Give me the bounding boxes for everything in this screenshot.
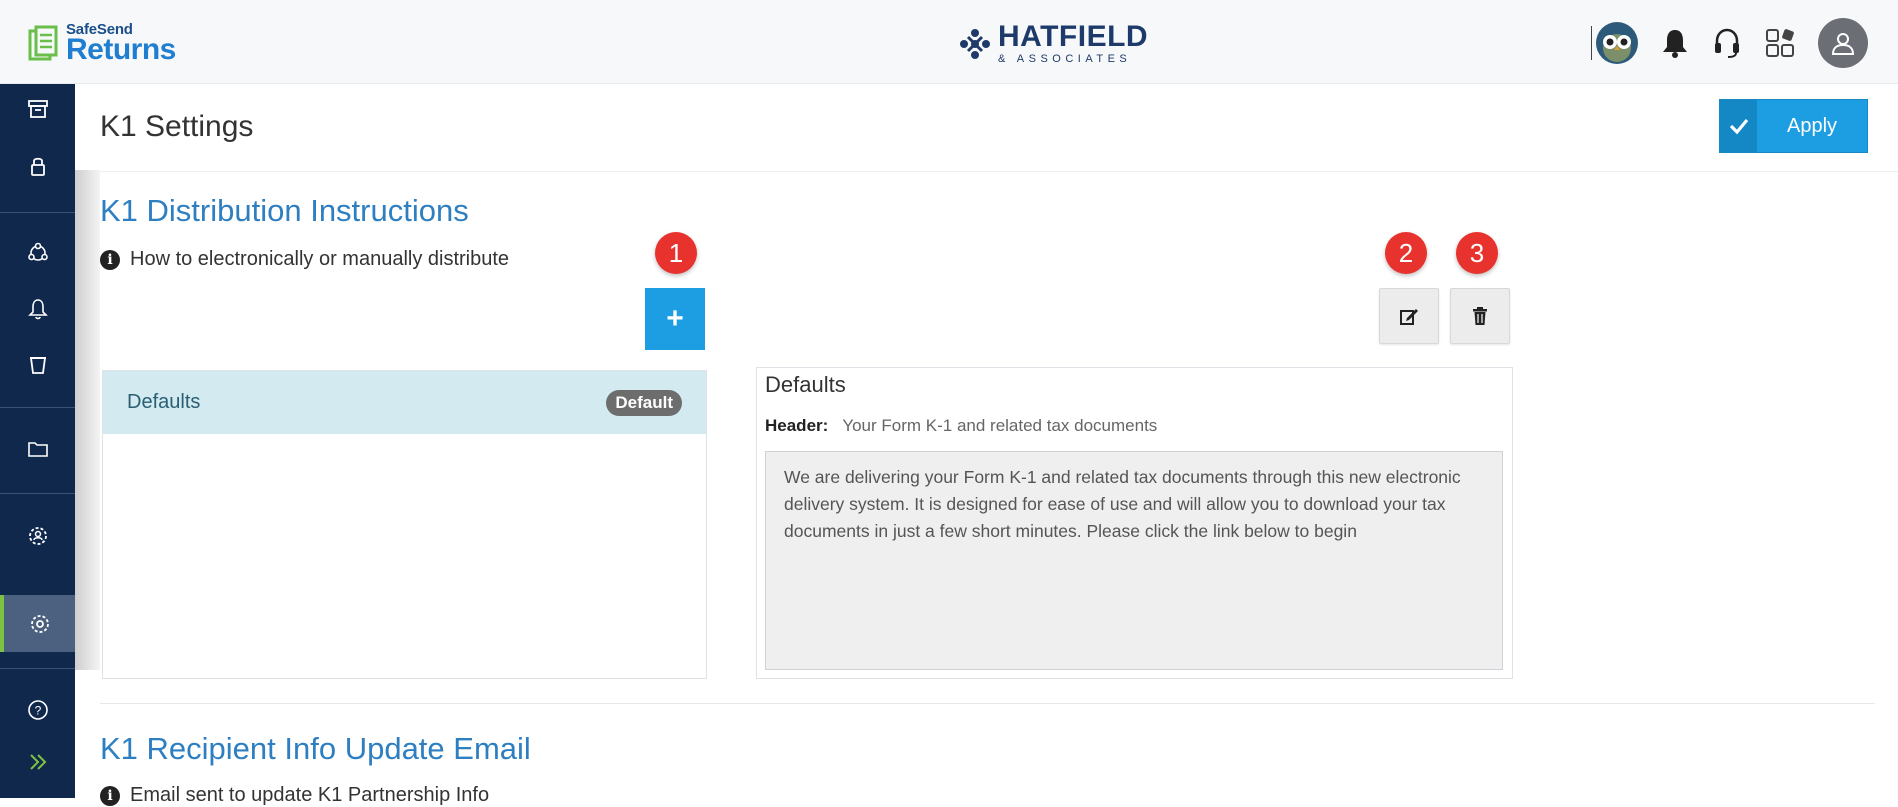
bell-icon[interactable] (1660, 27, 1690, 59)
page-title: K1 Settings (100, 110, 254, 143)
folder-icon[interactable] (0, 424, 75, 474)
instruction-list: Defaults Default (102, 370, 707, 679)
archive-icon[interactable] (0, 84, 75, 134)
instruction-detail: Defaults Header: Your Form K-1 and relat… (756, 367, 1513, 679)
recipient-email-info: i Email sent to update K1 Partnership In… (100, 784, 489, 807)
gear-users-icon[interactable] (0, 511, 75, 561)
brand-big-text: Returns (66, 33, 176, 66)
trash-icon (1473, 307, 1487, 325)
callout-badge-2: 2 (1385, 232, 1427, 274)
headset-icon[interactable] (1712, 27, 1742, 59)
list-item[interactable]: Defaults Default (103, 371, 706, 434)
default-badge: Default (606, 389, 682, 416)
recipient-email-info-text: Email sent to update K1 Partnership Info (130, 784, 490, 806)
detail-header-value: Your Form K-1 and related tax documents (842, 416, 1158, 435)
info-icon: i (100, 249, 120, 270)
company-knot-icon (960, 28, 990, 59)
callout-badge-3: 3 (1456, 232, 1498, 274)
user-avatar-icon[interactable] (1818, 18, 1868, 68)
sidebar: ? (0, 84, 75, 798)
detail-header: Header: Your Form K-1 and related tax do… (765, 416, 1157, 436)
company-name: HATFIELD (998, 20, 1149, 53)
top-divider (1591, 26, 1592, 60)
document-stack-icon (28, 25, 58, 63)
settings-icon[interactable] (0, 595, 75, 652)
edit-button[interactable] (1379, 288, 1439, 344)
edit-icon (1400, 309, 1418, 325)
top-icon-bar (1591, 18, 1868, 68)
apply-label: Apply (1786, 114, 1838, 137)
bell-icon[interactable] (0, 284, 75, 334)
add-instruction-button[interactable]: + (645, 288, 705, 350)
svg-text:?: ? (34, 704, 41, 718)
detail-title: Defaults (765, 372, 846, 397)
list-item-label: Defaults (127, 391, 201, 413)
company-logo: HATFIELD & ASSOCIATES (958, 22, 1148, 65)
help-icon[interactable]: ? (0, 685, 75, 735)
detail-header-label: Header: (765, 416, 829, 435)
owl-avatar-icon[interactable] (1596, 22, 1638, 64)
callout-badge-1: 1 (655, 232, 697, 274)
lock-icon[interactable] (0, 141, 75, 191)
brand-logo[interactable]: SafeSend Returns (28, 22, 176, 65)
expand-icon[interactable] (0, 737, 75, 787)
distribution-info-text: How to electronically or manually distri… (130, 248, 510, 270)
sidebar-divider (0, 668, 75, 669)
delete-button[interactable] (1450, 288, 1510, 344)
detail-body: We are delivering your Form K-1 and rela… (765, 451, 1503, 670)
company-subtitle: & ASSOCIATES (998, 53, 1132, 65)
check-icon (1720, 100, 1757, 152)
info-icon: i (100, 785, 120, 806)
sidebar-divider (0, 407, 75, 408)
section-title-recipient-email: K1 Recipient Info Update Email (100, 731, 531, 766)
apps-grid-icon[interactable] (1764, 27, 1796, 59)
users-network-icon[interactable] (0, 228, 75, 278)
trash-can-icon[interactable] (0, 339, 75, 389)
section-divider (100, 703, 1875, 704)
page-header: K1 Settings Apply (100, 84, 1898, 172)
sidebar-divider (0, 212, 75, 213)
scroll-shadow (75, 170, 100, 670)
top-bar: SafeSend Returns HATFIELD & ASSOCIATES (0, 0, 1898, 84)
section-title-distribution: K1 Distribution Instructions (100, 193, 469, 228)
distribution-info: i How to electronically or manually dist… (100, 248, 509, 271)
sidebar-divider (0, 493, 75, 494)
apply-button[interactable]: Apply (1719, 99, 1868, 153)
